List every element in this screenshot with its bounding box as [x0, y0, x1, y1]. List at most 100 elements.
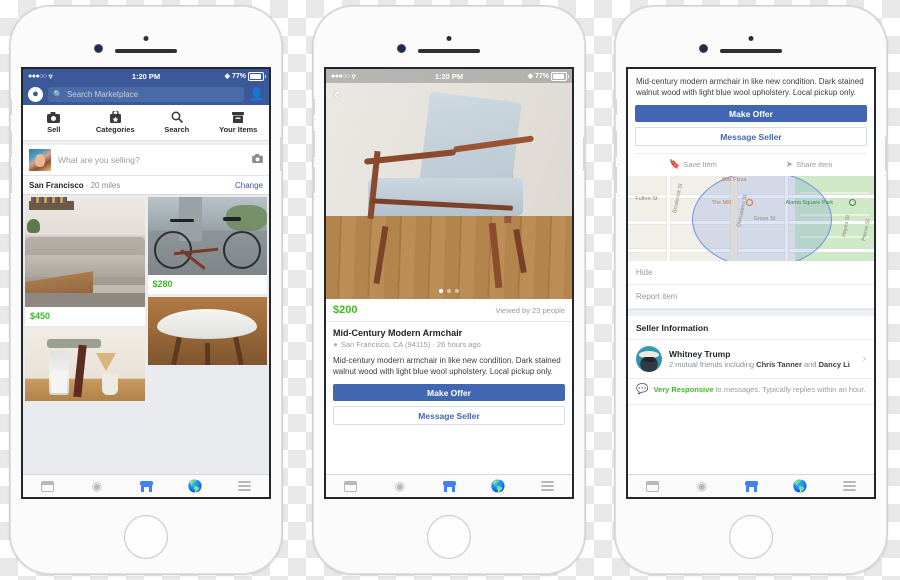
- battery-percent: 77%: [534, 72, 549, 80]
- location-bar: San Francisco · 20 miles Change: [23, 176, 269, 195]
- seller-name: Whitney Trump: [669, 348, 731, 359]
- tab-marketplace[interactable]: [121, 480, 170, 492]
- tab-news-feed[interactable]: [628, 480, 677, 492]
- tab-menu[interactable]: [825, 479, 874, 493]
- map-poi-star-pizza: Star Pizza: [721, 177, 747, 184]
- phone3-screen: Mid-century modern armchair in like new …: [626, 67, 876, 499]
- tab-video[interactable]: ◉: [677, 479, 726, 493]
- mute-switch[interactable]: [9, 99, 12, 115]
- battery-icon: [248, 71, 266, 81]
- map-poi-alamo-square-park: Alamo Square Park: [785, 200, 834, 207]
- tab-video[interactable]: ◉: [375, 479, 424, 493]
- carousel-dot-active[interactable]: [439, 289, 443, 293]
- item-location-map[interactable]: Fulton St Broderick St Grove St Divisade…: [628, 176, 874, 262]
- change-location-button[interactable]: Change: [235, 181, 263, 190]
- save-item-button[interactable]: 🔖 Save Item: [635, 159, 751, 170]
- quicknav-your-items[interactable]: Your Items: [208, 105, 270, 140]
- home-button[interactable]: [427, 515, 471, 559]
- share-item-button[interactable]: ➤ Share item: [751, 159, 867, 170]
- news-feed-icon: [646, 480, 660, 492]
- globe-notifications-icon: 🌎: [792, 479, 808, 493]
- video-play-icon: ◉: [91, 479, 103, 493]
- item-detail-scroll[interactable]: Mid-century modern armchair in like new …: [628, 69, 874, 474]
- signal-strength-dots: ●●●○○: [331, 72, 350, 80]
- tab-menu[interactable]: [523, 479, 572, 493]
- sell-composer[interactable]: What are you selling?: [23, 141, 269, 176]
- earpiece-speaker: [720, 49, 782, 53]
- camera-icon[interactable]: [252, 154, 263, 166]
- volume-up-button[interactable]: [9, 131, 12, 157]
- hide-item-row[interactable]: Hide: [628, 261, 874, 286]
- report-item-row[interactable]: Report item: [628, 285, 874, 310]
- bottom-tab-bar: ◉ 🌎: [23, 474, 269, 497]
- tab-notifications[interactable]: 🌎: [474, 479, 523, 493]
- tab-news-feed[interactable]: [23, 480, 72, 492]
- mute-switch[interactable]: [312, 99, 315, 115]
- phone-device-item-detail: ●●●○○ ▿ 1:20 PM ◈ 77% ‹ $200 Viewed by 2…: [312, 6, 586, 574]
- volume-down-button[interactable]: [9, 167, 12, 193]
- listing-card[interactable]: $280: [147, 197, 267, 294]
- bluetooth-icon: ◈: [527, 73, 533, 80]
- listing-image-coffee-brewer: [25, 329, 145, 401]
- quicknav-search[interactable]: Search: [146, 105, 208, 140]
- power-button[interactable]: [885, 137, 888, 171]
- hamburger-menu-icon: [237, 479, 251, 493]
- volume-up-button[interactable]: [312, 131, 315, 157]
- tab-notifications[interactable]: 🌎: [776, 479, 825, 493]
- item-meta: ● San Francisco, CA (94115) · 26 hours a…: [333, 340, 565, 349]
- search-icon: [170, 111, 184, 123]
- listing-card[interactable]: [147, 297, 267, 365]
- volume-up-button[interactable]: [614, 131, 617, 157]
- tab-marketplace[interactable]: [424, 480, 473, 492]
- seller-mutual-friends: 2 mutual friends including Chris Tanner …: [669, 360, 855, 370]
- power-button[interactable]: [583, 137, 586, 171]
- message-seller-button[interactable]: Message Seller: [635, 127, 867, 147]
- volume-down-button[interactable]: [312, 167, 315, 193]
- responsiveness-detail: to messages. Typically replies within an…: [713, 385, 866, 395]
- listing-card[interactable]: [25, 329, 145, 401]
- home-button[interactable]: [729, 515, 773, 559]
- back-chevron-icon[interactable]: ‹: [334, 87, 339, 103]
- messenger-icon[interactable]: ●: [28, 86, 43, 102]
- earpiece-speaker: [115, 49, 177, 53]
- tab-video[interactable]: ◉: [72, 479, 121, 493]
- carousel-dot[interactable]: [455, 289, 459, 293]
- sensor-dot: [398, 45, 405, 52]
- bottom-tab-bar: ◉ 🌎: [326, 474, 572, 497]
- quicknav-categories[interactable]: Categories: [85, 105, 147, 140]
- tab-marketplace[interactable]: [726, 480, 775, 492]
- camera-icon: [47, 111, 61, 123]
- carousel-dot[interactable]: [447, 289, 451, 293]
- make-offer-button[interactable]: Make Offer: [333, 384, 565, 402]
- marketplace-feed-grid[interactable]: $450 $280: [23, 195, 269, 474]
- message-seller-button[interactable]: Message Seller: [333, 406, 565, 426]
- quicknav-sell[interactable]: Sell: [23, 105, 85, 140]
- volume-down-button[interactable]: [614, 167, 617, 193]
- categories-box-icon: [108, 111, 122, 123]
- battery-icon: [551, 71, 569, 81]
- item-title: Mid-Century Modern Armchair: [333, 328, 463, 338]
- status-bar-right: ◈ 77%: [225, 71, 266, 81]
- tab-notifications[interactable]: 🌎: [171, 479, 220, 493]
- tab-menu[interactable]: [220, 479, 269, 493]
- globe-notifications-icon: 🌎: [187, 479, 203, 493]
- phone-device-marketplace-feed: ●●●○○ ▿ 1:20 PM ◈ 77% ● 🔍 Search Marketp…: [9, 6, 283, 574]
- home-button[interactable]: [124, 515, 168, 559]
- tab-news-feed[interactable]: [326, 480, 375, 492]
- power-button[interactable]: [280, 137, 283, 171]
- quicknav-your-items-label: Your Items: [219, 125, 258, 134]
- item-meta-text: San Francisco, CA (94115) · 26 hours ago: [340, 340, 481, 349]
- mute-switch[interactable]: [614, 99, 617, 115]
- chevron-right-icon[interactable]: ›: [862, 353, 866, 365]
- video-play-icon: ◉: [696, 479, 708, 493]
- seller-row[interactable]: Whitney Trump 2 mutual friends including…: [628, 340, 874, 380]
- make-offer-button[interactable]: Make Offer: [635, 105, 867, 123]
- listing-card[interactable]: $450: [25, 197, 145, 326]
- share-arrow-icon: ➤: [785, 159, 794, 170]
- item-photo-carousel[interactable]: ●●●○○ ▿ 1:20 PM ◈ 77% ‹: [326, 69, 572, 299]
- status-bar-right: ◈ 77%: [527, 71, 569, 81]
- front-camera-dot: [143, 36, 149, 41]
- search-input[interactable]: 🔍 Search Marketplace: [48, 86, 245, 102]
- armchair-illustration: [360, 91, 537, 288]
- friend-requests-icon[interactable]: 👤: [249, 88, 264, 100]
